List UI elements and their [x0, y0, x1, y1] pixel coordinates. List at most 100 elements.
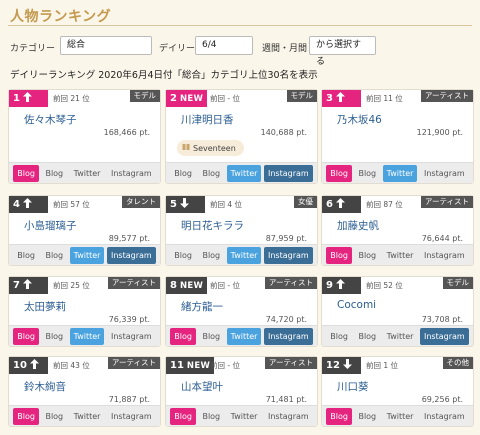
person-name-link[interactable]: 川口葵 — [337, 379, 369, 394]
instagram-link[interactable]: Instagram — [420, 247, 469, 264]
category-select[interactable]: 総合 — [60, 36, 152, 55]
instagram-link[interactable]: Instagram — [420, 165, 469, 182]
blog-link[interactable]: Blog — [13, 164, 39, 182]
previous-rank: 前回 21 位 — [53, 94, 90, 103]
category-label: カテゴリー — [10, 44, 56, 54]
person-name-link[interactable]: 乃木坂46 — [337, 112, 382, 127]
blog-link-2[interactable]: Blog — [198, 165, 224, 182]
instagram-link[interactable]: Instagram — [107, 328, 156, 345]
twitter-link[interactable]: Twitter — [69, 246, 105, 264]
blog-link[interactable]: Blog — [13, 327, 39, 345]
instagram-link[interactable]: Instagram — [107, 165, 156, 182]
previous-rank: 前回 1 位 — [366, 361, 399, 370]
twitter-link[interactable]: Twitter — [226, 164, 262, 182]
blog-link-2[interactable]: Blog — [41, 247, 67, 264]
person-name-link[interactable]: 明日花キララ — [181, 218, 244, 233]
twitter-link[interactable]: Twitter — [70, 165, 105, 182]
instagram-link[interactable]: Instagram — [106, 246, 156, 264]
blog-link[interactable]: Blog — [170, 247, 196, 264]
person-name-link[interactable]: 川津明日香 — [181, 112, 234, 127]
instagram-link[interactable]: Instagram — [263, 246, 313, 264]
new-indicator: NEW — [179, 280, 204, 291]
blog-link-2[interactable]: Blog — [198, 328, 224, 345]
twitter-link[interactable]: Twitter — [69, 327, 105, 345]
person-name-link[interactable]: 鈴木絢音 — [24, 379, 66, 394]
person-name-link[interactable]: 緒方龍一 — [181, 299, 223, 314]
daily-select[interactable]: 6/4 — [195, 36, 253, 55]
social-links: Blog Blog Twitter Instagram — [9, 405, 160, 426]
ranking-card[interactable]: 4 前回 57 位タレント 小島瑠璃子 89,577 pt. Blog Blog Twitt… — [8, 195, 161, 266]
rank-badge: 2 NEW — [166, 90, 208, 107]
ranking-card[interactable]: 5 前回 4 位女優 明日花キララ 87,959 pt. Blog Blog Twitter… — [165, 195, 318, 266]
ranking-card[interactable]: 8 NEW 前回 - 位アーティスト 緒方龍一 74,720 pt. Blog Blog Tw… — [165, 276, 318, 347]
group-tag[interactable]: Seventeen — [177, 140, 244, 156]
ranking-card[interactable]: 6 前回 87 位アーティスト 加藤史帆 76,644 pt. Blog Blog Twit… — [321, 195, 474, 266]
instagram-link[interactable]: Instagram — [263, 164, 313, 182]
instagram-link[interactable]: Instagram — [420, 408, 469, 425]
points-value: 140,688 pt. — [260, 128, 307, 137]
blog-link-2[interactable]: Blog — [41, 165, 67, 182]
person-name-link[interactable]: 加藤史帆 — [337, 218, 379, 233]
blog-link-2[interactable]: Blog — [354, 247, 380, 264]
person-name-link[interactable]: 小島瑠璃子 — [24, 218, 77, 233]
book-icon — [182, 143, 190, 153]
rank-number: 12 — [326, 360, 340, 371]
ranking-card[interactable]: 9 前回 52 位モデル Cocomi 73,708 pt. Blog Blog Twitt… — [321, 276, 474, 347]
category-tag: モデル — [286, 90, 317, 102]
blog-link[interactable]: Blog — [13, 407, 39, 425]
blog-link-2[interactable]: Blog — [354, 328, 380, 345]
twitter-link[interactable]: Twitter — [227, 408, 262, 425]
social-links: Blog Blog Twitter Instagram — [9, 325, 160, 346]
ranking-card[interactable]: 10 前回 43 位アーティスト 鈴木絢音 71,887 pt. Blog Blog Twi… — [8, 356, 161, 427]
points-value: 73,708 pt. — [421, 315, 463, 324]
person-name-link[interactable]: 太田夢莉 — [24, 299, 66, 314]
blog-link[interactable]: Blog — [326, 407, 352, 425]
blog-link-2[interactable]: Blog — [198, 247, 224, 264]
instagram-link[interactable]: Instagram — [264, 408, 313, 425]
category-tag: アーティスト — [107, 357, 160, 369]
person-name-link[interactable]: Cocomi — [337, 299, 376, 311]
blog-link[interactable]: Blog — [170, 165, 196, 182]
blog-link[interactable]: Blog — [326, 246, 352, 264]
person-name-link[interactable]: 山本望叶 — [181, 379, 223, 394]
twitter-link[interactable]: Twitter — [383, 247, 418, 264]
blog-link-2[interactable]: Blog — [354, 165, 380, 182]
ranking-card[interactable]: 1 前回 21 位モデル 佐々木琴子 168,466 pt. Blog Blog Twitt… — [8, 89, 161, 184]
rank-badge: 11 NEW — [166, 357, 215, 374]
ranking-card[interactable]: 7 前回 25 位アーティスト 太田夢莉 76,339 pt. Blog Blog Twit… — [8, 276, 161, 347]
blog-link-2[interactable]: Blog — [41, 328, 67, 345]
twitter-link[interactable]: Twitter — [226, 327, 262, 345]
instagram-link[interactable]: Instagram — [263, 327, 313, 345]
blog-link[interactable]: Blog — [13, 247, 39, 264]
ranking-card[interactable]: 12 前回 1 位その他 川口葵 69,256 pt. Blog Blog Twitter I… — [321, 356, 474, 427]
blog-link-2[interactable]: Blog — [198, 408, 224, 425]
blog-link[interactable]: Blog — [170, 407, 196, 425]
blog-link[interactable]: Blog — [326, 328, 352, 345]
blog-link[interactable]: Blog — [170, 327, 196, 345]
blog-link-2[interactable]: Blog — [41, 408, 67, 425]
ranking-card[interactable]: 3 前回 11 位アーティスト 乃木坂46 121,900 pt. Blog Blog Tw… — [321, 89, 474, 184]
social-links: Blog Blog Twitter Instagram — [166, 405, 317, 426]
twitter-link[interactable]: Twitter — [383, 328, 418, 345]
new-indicator: NEW — [186, 360, 211, 371]
person-name-link[interactable]: 佐々木琴子 — [24, 112, 77, 127]
rank-number: 4 — [13, 199, 20, 210]
ranking-card[interactable]: 11 NEW 前回 - 位アーティスト 山本望叶 71,481 pt. Blog Blog T… — [165, 356, 318, 427]
arrow-up-icon — [22, 198, 32, 211]
twitter-link[interactable]: Twitter — [383, 408, 418, 425]
social-links: Blog Blog Twitter Instagram — [322, 244, 473, 265]
arrow-up-icon — [335, 198, 345, 211]
period-select[interactable]: から選択する — [309, 36, 376, 67]
instagram-link[interactable]: Instagram — [107, 408, 156, 425]
rank-number: 10 — [13, 360, 27, 371]
twitter-link[interactable]: Twitter — [70, 408, 105, 425]
blog-link[interactable]: Blog — [326, 164, 352, 182]
ranking-card[interactable]: 2 NEW 前回 - 位モデル 川津明日香 140,688 pt. Seventeen Bl… — [165, 89, 318, 184]
instagram-link[interactable]: Instagram — [419, 327, 469, 345]
rank-number: 9 — [326, 280, 333, 291]
category-tag: アーティスト — [264, 357, 317, 369]
twitter-link[interactable]: Twitter — [226, 246, 262, 264]
twitter-link[interactable]: Twitter — [382, 164, 418, 182]
rank-number: 11 — [170, 360, 184, 371]
blog-link-2[interactable]: Blog — [354, 408, 380, 425]
